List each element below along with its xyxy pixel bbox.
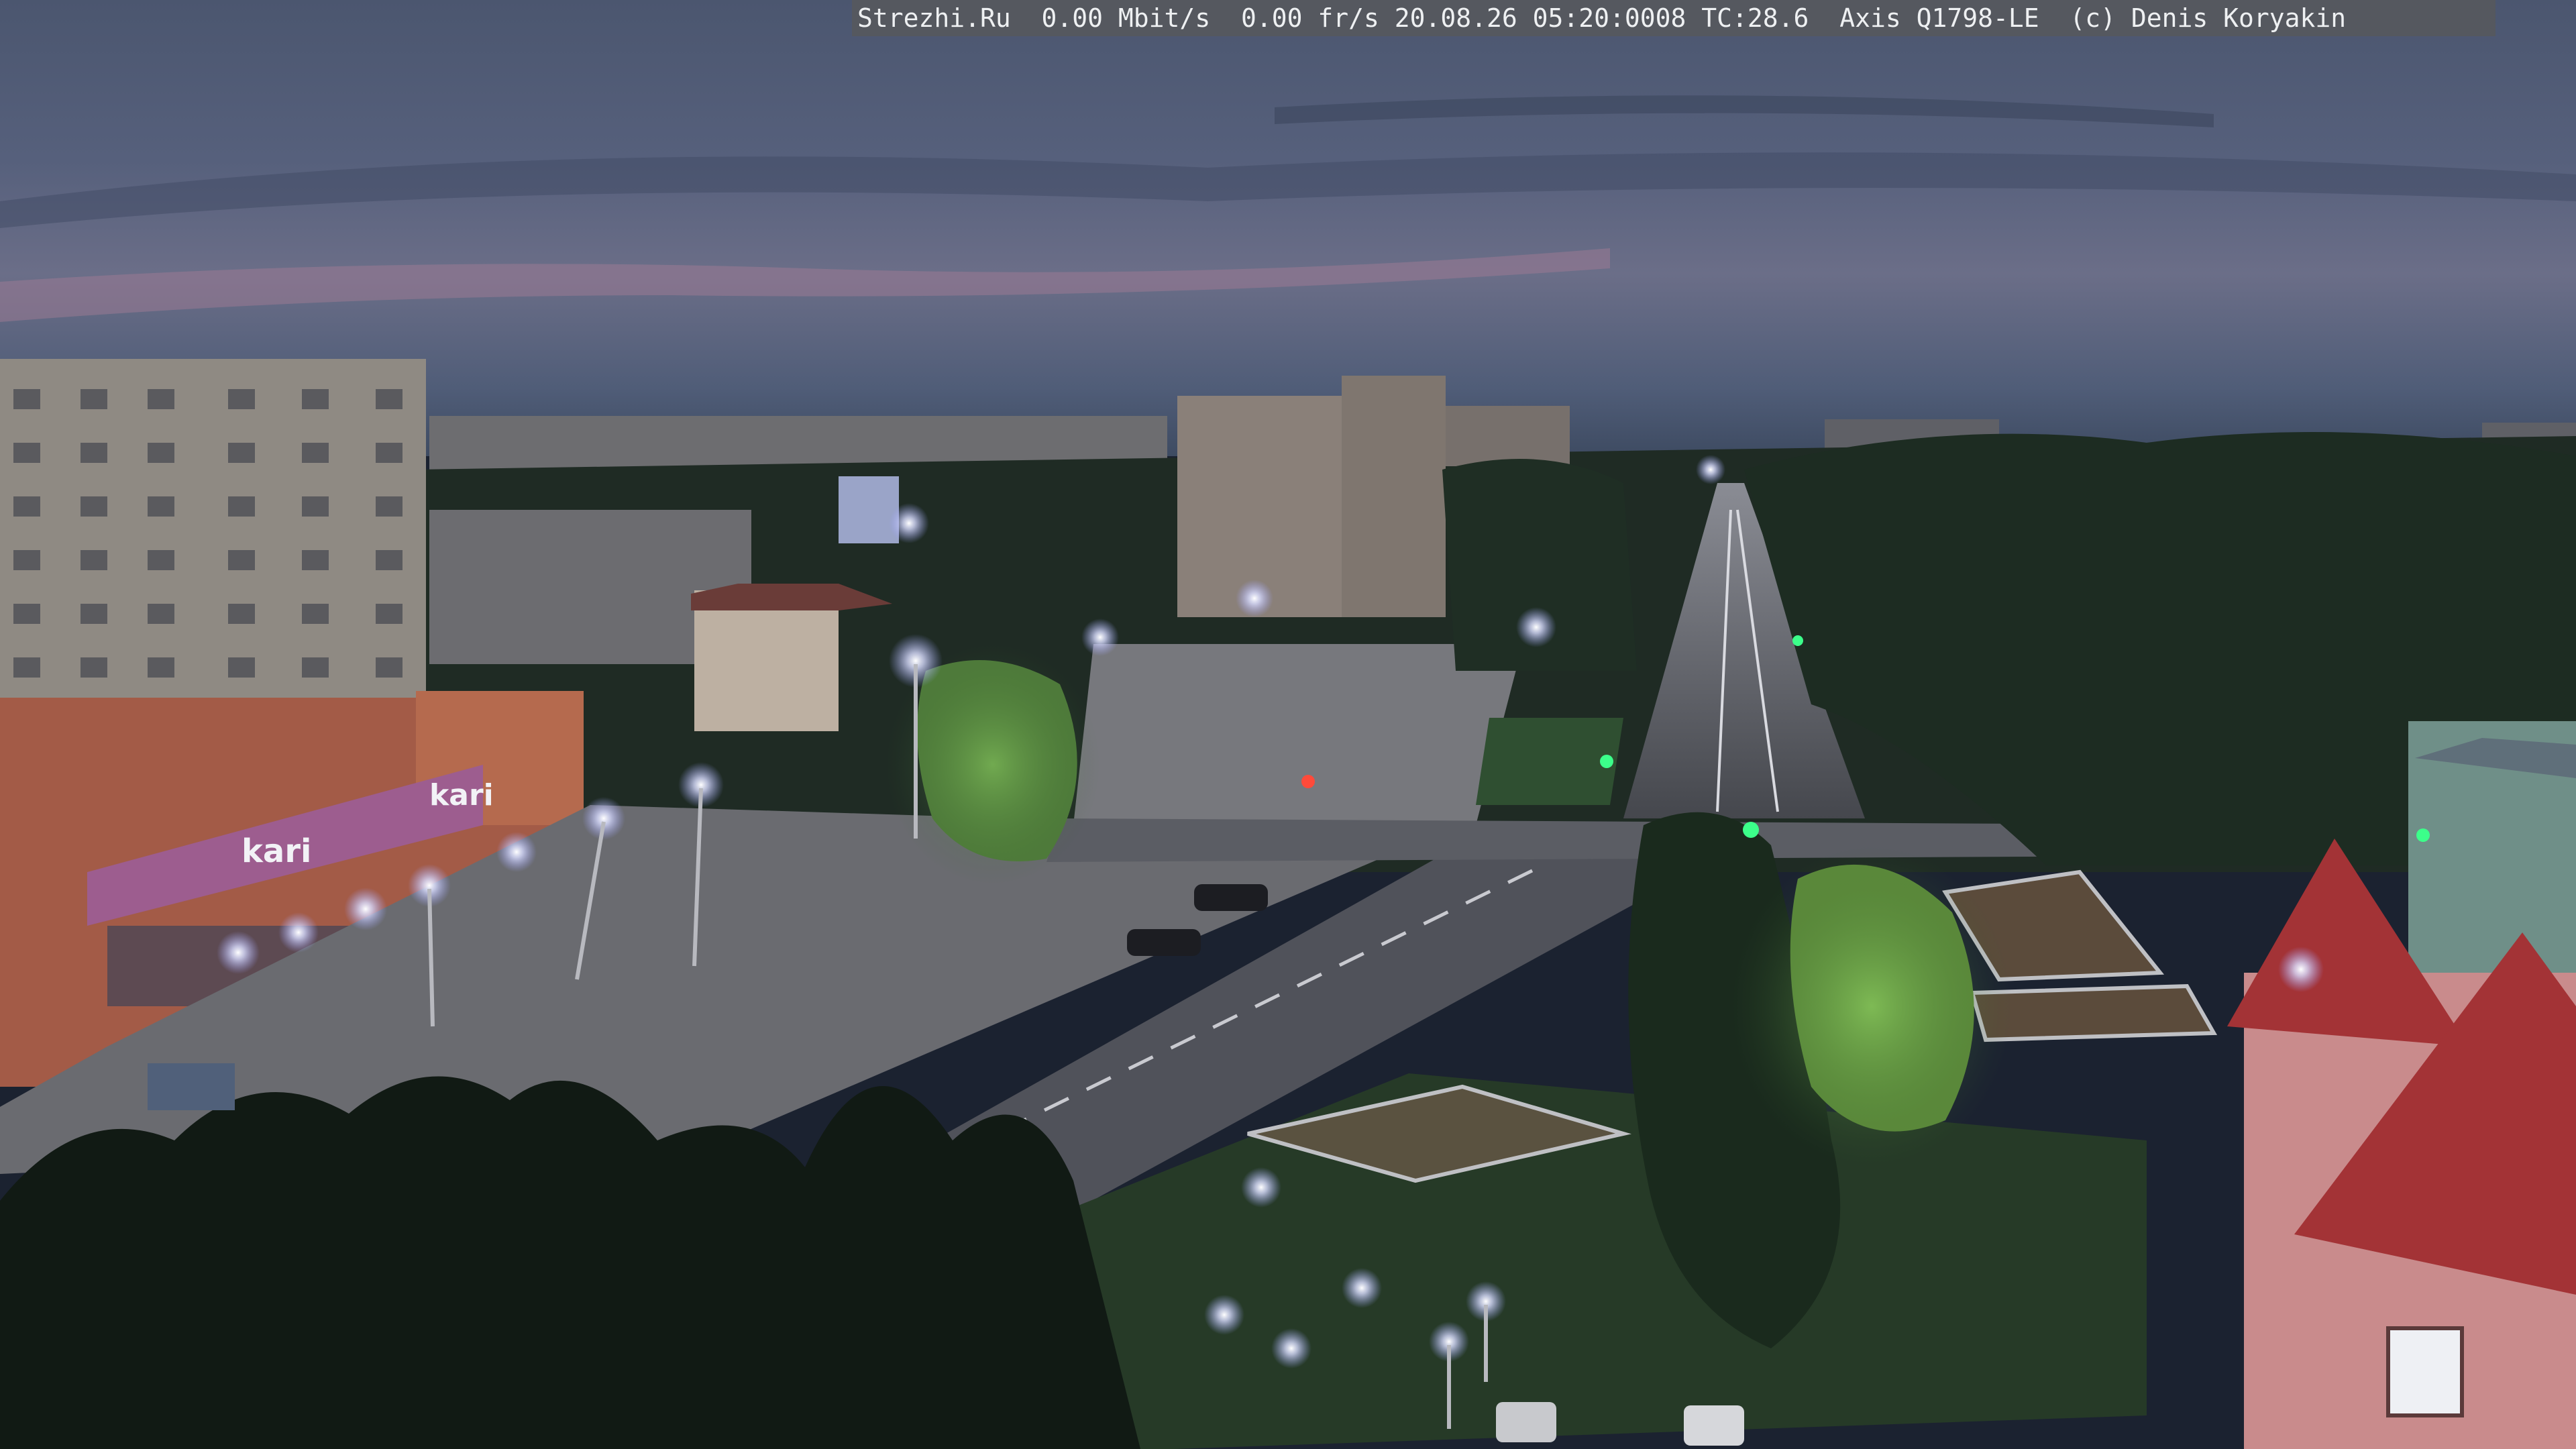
street-light — [2278, 947, 2324, 992]
street-light — [217, 931, 260, 974]
car — [1496, 1402, 1556, 1442]
street-light — [278, 912, 319, 953]
car — [1194, 884, 1268, 911]
traffic-light-green — [1792, 635, 1803, 646]
camera-info-overlay: Strezhi.Ru 0.00 Mbit/s 0.00 fr/s 20.08.2… — [852, 0, 2496, 36]
street-light — [1271, 1328, 1311, 1368]
street-light — [889, 503, 929, 543]
street-light — [496, 832, 537, 872]
street-light — [1342, 1268, 1382, 1308]
car — [1684, 1405, 1744, 1446]
street-light — [1241, 1167, 1281, 1208]
traffic-light-green — [2416, 828, 2430, 842]
apartment-block-center-tower — [1342, 376, 1446, 617]
tree-glow — [1731, 845, 2012, 1167]
street-light — [1696, 455, 1725, 484]
traffic-light-green — [1743, 822, 1759, 838]
house-facade — [694, 590, 839, 731]
street-light — [1081, 619, 1119, 656]
traffic-light-green — [1600, 755, 1613, 768]
street-light — [1236, 580, 1273, 617]
street-light — [1516, 607, 1556, 647]
traffic-light-red — [1301, 775, 1315, 788]
street-light — [344, 888, 387, 930]
store-sign-large: kari — [241, 833, 311, 870]
tower-kiosk — [839, 476, 899, 543]
street-light — [1204, 1295, 1244, 1335]
pink-building-window — [2386, 1326, 2464, 1417]
store-sign: kari — [429, 778, 494, 812]
truck — [148, 1063, 235, 1110]
town-square — [1073, 644, 1523, 825]
car — [1127, 929, 1201, 956]
webcam-scene: kari kari — [0, 0, 2576, 1449]
apartment-block-center-right — [1446, 406, 1570, 466]
